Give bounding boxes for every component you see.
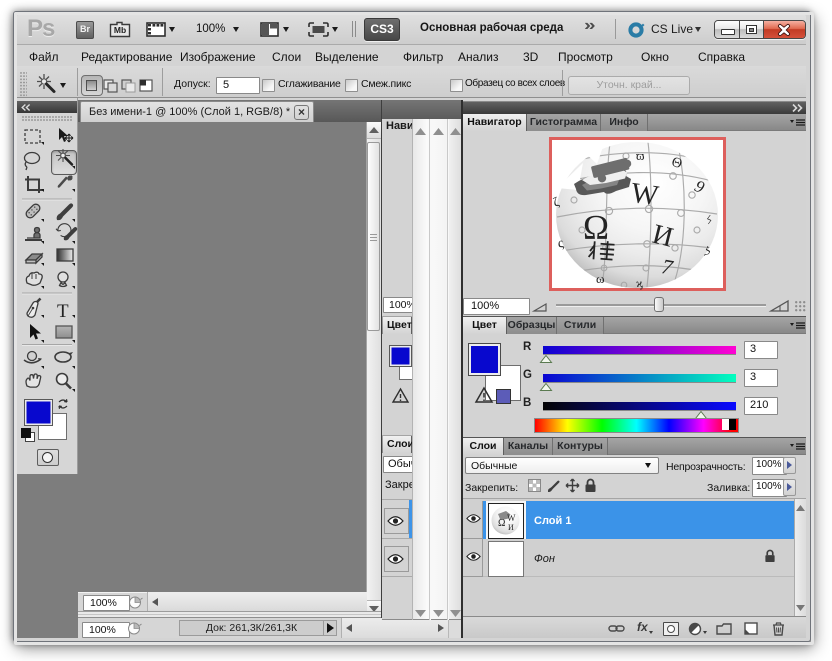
svg-text:W: W [629,177,661,213]
svg-text:ω: ω [596,271,605,286]
svg-text:T: T [57,301,69,322]
svg-text:И: И [508,523,514,532]
svg-text:ϖ: ϖ [636,148,645,163]
svg-text:W: W [507,513,516,523]
svg-text:ϗ: ϗ [636,276,643,290]
svg-text:Ω: Ω [498,518,505,529]
svg-text:Ω: Ω [583,208,609,247]
svg-text:Mb: Mb [114,25,126,35]
